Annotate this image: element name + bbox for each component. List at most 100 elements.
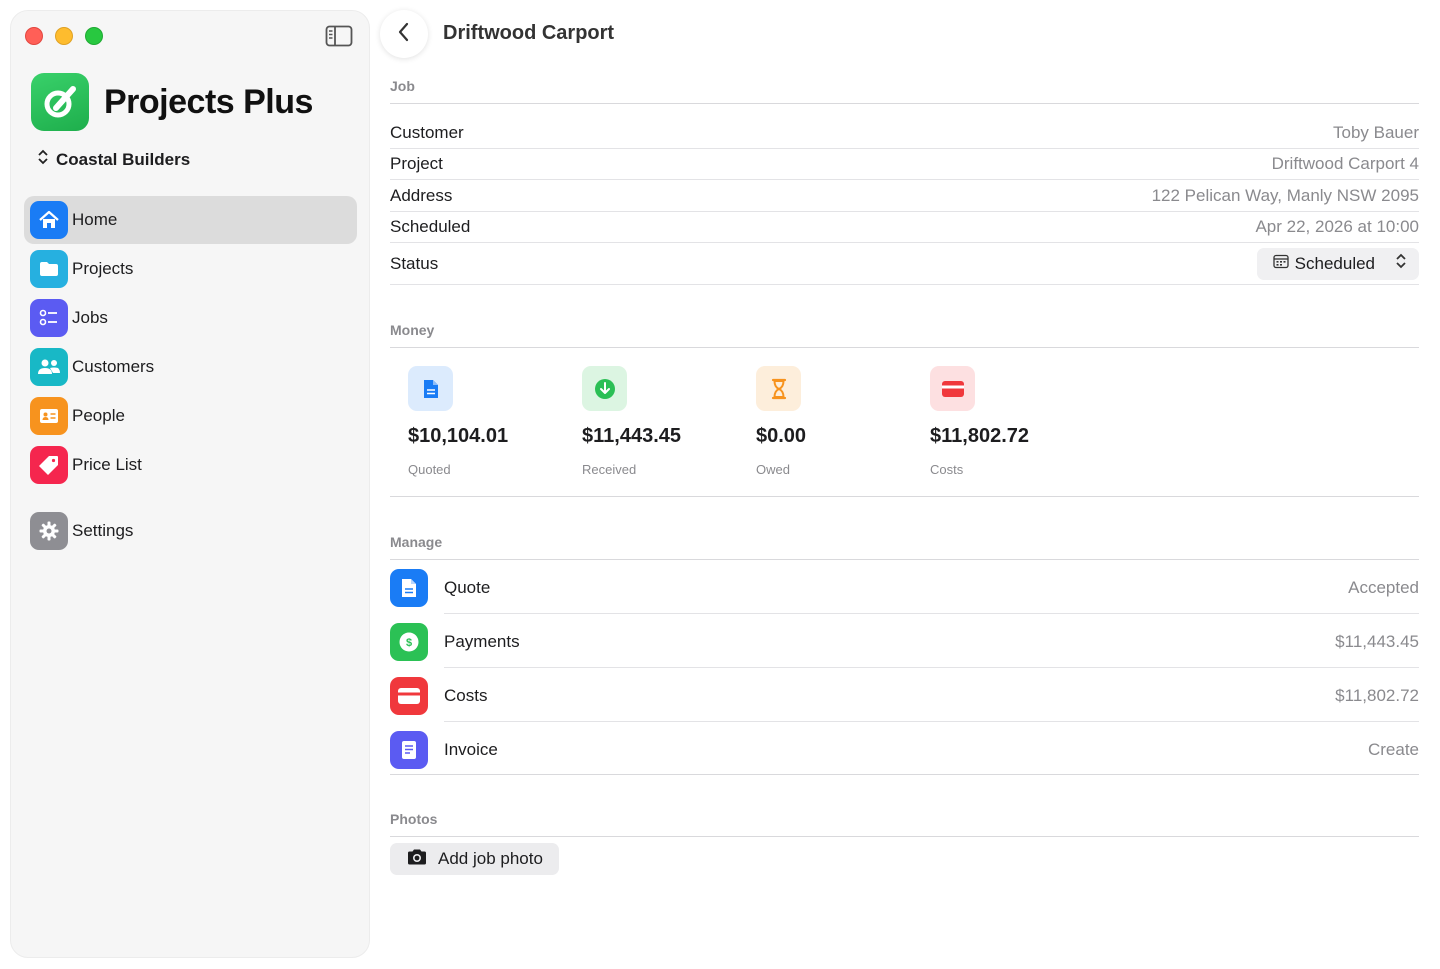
- money-card-costs[interactable]: $11,802.72 Costs: [930, 366, 1080, 477]
- section-divider: [390, 559, 1419, 560]
- sidebar-item-people[interactable]: People: [24, 392, 357, 440]
- app-name: Projects Plus: [104, 82, 313, 121]
- add-job-photo-button[interactable]: Add job photo: [390, 843, 559, 875]
- sidebar: Projects Plus Coastal Builders Home Proj…: [10, 10, 370, 958]
- sidebar-item-label: Projects: [72, 259, 134, 278]
- sidebar-item-settings[interactable]: Settings: [24, 507, 357, 555]
- sidebar-item-home[interactable]: Home: [24, 196, 357, 244]
- svg-text:$: $: [406, 637, 412, 649]
- sidebar-item-label: Jobs: [72, 308, 108, 327]
- chevron-up-down-icon: [37, 148, 49, 171]
- money-section-label: Money: [390, 322, 435, 338]
- money-amount: $11,443.45: [582, 425, 681, 447]
- money-label: Quoted: [408, 462, 451, 477]
- sidebar-item-label: Home: [72, 210, 118, 229]
- sidebar-item-jobs[interactable]: Jobs: [24, 294, 357, 342]
- row-value: Apr 22, 2026 at 10:00: [1255, 217, 1419, 236]
- row-key: Project: [390, 154, 443, 173]
- folder-icon: [30, 250, 68, 288]
- row-key: Address: [390, 185, 453, 205]
- money-card-received[interactable]: $11,443.45 Received: [582, 366, 732, 477]
- row-divider: [444, 721, 1419, 722]
- house-icon: [30, 201, 68, 239]
- row-value: Driftwood Carport 4: [1271, 154, 1419, 173]
- manage-row-value: Accepted: [1348, 578, 1419, 597]
- section-divider: [390, 347, 1419, 348]
- invoice-icon: [390, 731, 428, 769]
- money-card-owed[interactable]: $0.00 Owed: [756, 366, 906, 477]
- manage-row-costs[interactable]: Costs $11,802.72: [390, 669, 1419, 723]
- section-divider: [390, 774, 1419, 775]
- sidebar-item-customers[interactable]: Customers: [24, 343, 357, 391]
- row-key: Customer: [390, 123, 464, 142]
- status-row: Status Scheduled: [390, 243, 1419, 285]
- row-key: Scheduled: [390, 217, 471, 236]
- sidebar-item-label: People: [72, 406, 125, 425]
- people-icon: [30, 348, 68, 386]
- money-label: Owed: [756, 462, 790, 477]
- hourglass-icon: [756, 366, 801, 411]
- sidebar-item-projects[interactable]: Projects: [24, 245, 357, 293]
- address-row: Address 122 Pelican Way, Manly NSW 2095: [390, 180, 1419, 212]
- arrow-down-circle-icon: [582, 366, 627, 411]
- chevron-up-down-icon: [1395, 252, 1407, 275]
- camera-icon: [406, 848, 428, 871]
- manage-row-label: Invoice: [444, 740, 498, 759]
- row-value: Toby Bauer: [1333, 123, 1419, 142]
- money-amount: $11,802.72: [930, 425, 1029, 447]
- money-amount: $10,104.01: [408, 425, 509, 447]
- manage-row-invoice[interactable]: Invoice Create: [390, 723, 1419, 777]
- row-key: Status: [390, 253, 439, 273]
- organization-switcher[interactable]: Coastal Builders: [37, 148, 190, 171]
- status-select[interactable]: Scheduled: [1256, 247, 1419, 280]
- row-divider: [444, 613, 1419, 614]
- sidebar-item-label: Customers: [72, 357, 155, 376]
- manage-row-payments[interactable]: $ Payments $11,443.45: [390, 615, 1419, 669]
- close-window-button[interactable]: [25, 27, 43, 45]
- section-divider: [390, 103, 1419, 104]
- section-divider: [390, 836, 1419, 837]
- sidebar-nav: Home Projects Jobs Customers People Pric…: [24, 196, 357, 556]
- main-content: Driftwood Carport Job Customer Toby Baue…: [370, 0, 1440, 969]
- manage-row-label: Quote: [444, 578, 491, 597]
- chevron-left-icon: [397, 22, 411, 47]
- calendar-icon: [1273, 253, 1289, 274]
- tag-icon: [30, 446, 68, 484]
- credit-card-icon: [930, 366, 975, 411]
- document-icon: [390, 569, 428, 607]
- sidebar-item-label: Settings: [72, 521, 134, 540]
- money-amount: $0.00: [756, 425, 807, 447]
- manage-section-label: Manage: [390, 534, 443, 550]
- section-divider: [390, 496, 1419, 497]
- manage-row-value: $11,443.45: [1335, 632, 1419, 651]
- id-card-icon: [30, 397, 68, 435]
- zoom-window-button[interactable]: [85, 27, 103, 45]
- document-icon: [408, 366, 453, 411]
- manage-row-label: Payments: [444, 632, 520, 651]
- money-card-quoted[interactable]: $10,104.01 Quoted: [408, 366, 558, 477]
- manage-row-quote[interactable]: Quote Accepted: [390, 561, 1419, 615]
- manage-row-value: $11,802.72: [1335, 686, 1419, 705]
- window-controls: [25, 27, 103, 45]
- sidebar-item-label: Price List: [72, 455, 142, 474]
- sidebar-item-price-list[interactable]: Price List: [24, 441, 357, 489]
- organization-name: Coastal Builders: [56, 149, 191, 169]
- money-label: Received: [582, 462, 637, 477]
- status-value: Scheduled: [1294, 253, 1375, 273]
- credit-card-icon: [390, 677, 428, 715]
- gear-icon: [30, 512, 68, 550]
- photos-section-label: Photos: [390, 811, 438, 827]
- manage-row-label: Costs: [444, 686, 488, 705]
- dollar-circle-icon: $: [390, 623, 428, 661]
- checklist-icon: [30, 299, 68, 337]
- back-button[interactable]: [380, 10, 428, 58]
- row-value: 122 Pelican Way, Manly NSW 2095: [1151, 185, 1419, 205]
- row-divider: [444, 667, 1419, 668]
- brand: Projects Plus: [31, 73, 313, 131]
- page-title: Driftwood Carport: [443, 22, 615, 44]
- customer-row: Customer Toby Bauer: [390, 118, 1419, 149]
- money-label: Costs: [930, 462, 964, 477]
- sidebar-toggle-icon[interactable]: [325, 25, 353, 47]
- minimize-window-button[interactable]: [55, 27, 73, 45]
- manage-row-value: Create: [1367, 740, 1419, 759]
